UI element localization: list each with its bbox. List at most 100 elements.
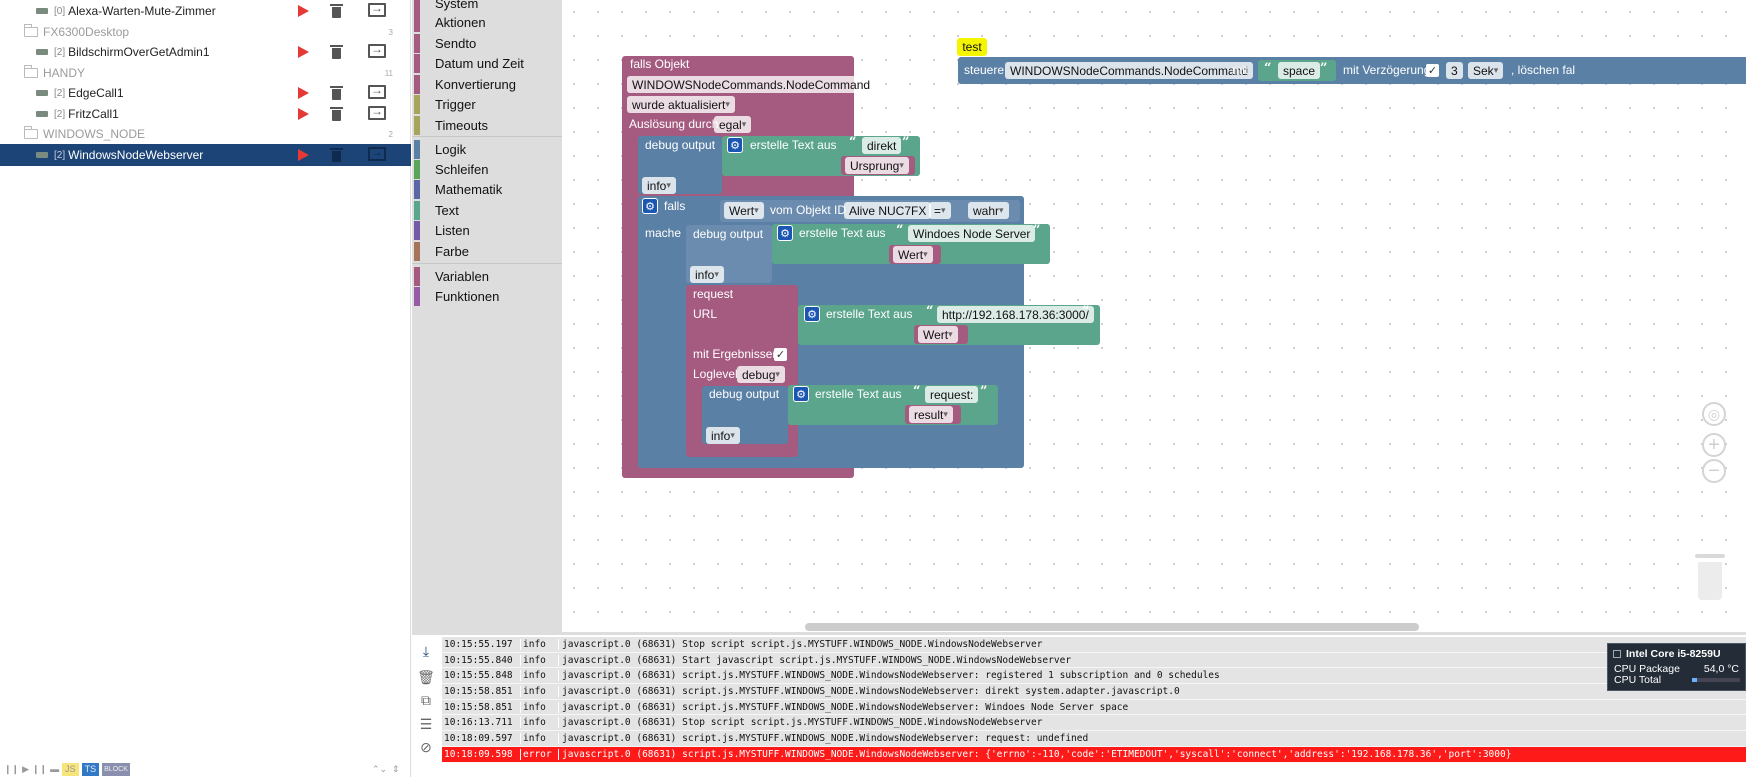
category-label: Mathematik (435, 182, 503, 197)
toolbox-category-farbe[interactable]: Farbe (414, 242, 560, 261)
trash-icon[interactable] (1695, 554, 1725, 602)
toolbox-category-system[interactable]: System (414, 0, 560, 13)
folder-name: WINDOWS_NODE (43, 127, 145, 141)
log-timestamp: 10:16:13.711 (444, 717, 513, 729)
tree-script-item[interactable]: [0] Alexa-Warten-Mute-Zimmer (0, 0, 411, 22)
delay-unit-dropdown[interactable]: Sek (1468, 62, 1504, 79)
toolbox-category-variablen[interactable]: Variablen (414, 267, 560, 286)
tree-script-item[interactable]: [2] EdgeCall1 (0, 82, 411, 104)
play-icon[interactable]: ▶ (22, 763, 29, 776)
debug-level-dropdown-1[interactable]: info (642, 177, 676, 194)
tree-script-item[interactable]: [2] BildschirmOverGetAdmin1 (0, 41, 411, 63)
run-icon[interactable] (298, 87, 309, 99)
test-comment[interactable]: test (957, 38, 987, 56)
run-icon[interactable] (298, 149, 309, 161)
log-severity: error (520, 748, 558, 760)
gear-icon[interactable]: ⚙ (727, 137, 743, 153)
tree-script-item[interactable]: [2] FritzCall1 (0, 103, 411, 125)
control-object-field[interactable]: WINDOWSNodeCommands.NodeCommand (1005, 62, 1254, 79)
export-icon[interactable] (368, 1, 386, 17)
toolbox-category-listen[interactable]: Listen (414, 221, 560, 240)
object-id-field[interactable]: Alive NUC7FX (844, 202, 932, 219)
debug-level-dropdown-2[interactable]: info (690, 266, 724, 283)
debug-level-dropdown-3[interactable]: info (706, 427, 740, 444)
toolbox-category-aktionen[interactable]: Aktionen (414, 13, 560, 32)
tree-folder[interactable]: HANDY 11 (0, 62, 411, 84)
tree-folder[interactable]: FX6300Desktop 3 (0, 21, 411, 43)
text-field-direkt[interactable]: direkt (862, 137, 902, 154)
js-filter-button[interactable]: JS (62, 762, 79, 776)
toolbox-category-schleifen[interactable]: Schleifen (414, 160, 560, 179)
space-text-field[interactable]: space (1278, 62, 1321, 79)
delete-icon[interactable] (329, 85, 345, 101)
wert-dropdown-2[interactable]: Wert (918, 326, 958, 343)
gear-icon[interactable]: ⚙ (793, 386, 809, 402)
loglevel-dropdown[interactable]: debug (737, 366, 785, 383)
blockly-workspace[interactable]: falls Objekt WINDOWSNodeCommands.NodeCom… (562, 0, 1746, 632)
toolbox-category-mathematik[interactable]: Mathematik (414, 180, 560, 199)
trigger-event-dropdown[interactable]: wurde aktualisiert (627, 96, 735, 113)
toolbox-category-konvertierung[interactable]: Konvertierung (414, 75, 560, 94)
toolbox-category-sendto[interactable]: Sendto (414, 34, 560, 53)
horizontal-scrollbar[interactable] (805, 623, 1419, 631)
trigger-object-field[interactable]: WINDOWSNodeCommands.NodeCommand (627, 76, 876, 93)
ursprung-dropdown[interactable]: Ursprung (845, 157, 909, 174)
zoom-out-icon[interactable]: − (1702, 459, 1726, 483)
delete-icon[interactable] (329, 147, 345, 163)
export-icon[interactable] (368, 83, 386, 99)
zoom-in-icon[interactable]: + (1702, 433, 1726, 457)
recenter-icon[interactable]: ◎ (1702, 402, 1726, 426)
toolbox-category-datum-und-zeit[interactable]: Datum und Zeit (414, 54, 560, 73)
wert-dropdown[interactable]: Wert (724, 202, 764, 219)
copy-icon[interactable]: ⧉ (416, 690, 436, 710)
tree-script-item[interactable]: [2] WindowsNodeWebserver (0, 144, 411, 166)
script-tree: [0]Alexa-Warten-Mute-ZimmerFX6300Desktop… (0, 0, 411, 777)
delete-icon[interactable] (329, 3, 345, 19)
toolbox-category-text[interactable]: Text (414, 201, 560, 220)
log-row: 10:16:13.711 info javascript.0 (68631) Sto… (442, 715, 1746, 732)
run-icon[interactable] (298, 46, 309, 58)
category-color-bar (414, 75, 420, 94)
log-timestamp: 10:15:55.197 (444, 638, 513, 650)
control-label: steuere (964, 63, 1005, 77)
text-field-server[interactable]: Windoes Node Server (908, 225, 1036, 242)
pause-icon[interactable]: ❙❙ (4, 763, 19, 776)
url-text-field[interactable]: http://192.168.178.36:3000/ (937, 306, 1094, 323)
pause-icon[interactable]: ❙❙ (32, 763, 47, 776)
toolbox-category-trigger[interactable]: Trigger (414, 95, 560, 114)
wert-dropdown-1[interactable]: Wert (893, 246, 933, 263)
toolbox-category-timeouts[interactable]: Timeouts (414, 116, 560, 135)
gear-icon[interactable]: ⚙ (777, 225, 793, 241)
thumb-icon[interactable]: ▬ (50, 763, 59, 776)
delay-value-field[interactable]: 3 (1446, 62, 1463, 79)
tree-folder[interactable]: WINDOWS_NODE 2 (0, 123, 411, 145)
ts-filter-button[interactable]: TS (81, 762, 100, 776)
blockly-filter-button[interactable]: BLOCK (102, 762, 130, 776)
toggle-view-icon[interactable]: ☰ (416, 714, 436, 734)
gear-icon[interactable]: ⚙ (804, 306, 820, 322)
log-row: 10:15:55.840 info javascript.0 (68631) Sta… (442, 652, 1746, 669)
delete-log-icon[interactable]: 🗑 (416, 667, 436, 687)
scroll-down-icon[interactable]: ⤓ (416, 641, 436, 661)
toolbox-category-logik[interactable]: Logik (414, 140, 560, 159)
folder-name: HANDY (43, 66, 86, 80)
trigger-by-dropdown[interactable]: egal (714, 116, 752, 133)
hide-icon[interactable]: ⊘ (416, 737, 436, 757)
text-field-request[interactable]: request: (925, 386, 979, 403)
gear-icon[interactable]: ⚙ (642, 198, 658, 214)
operator-dropdown[interactable]: = (929, 202, 951, 219)
result-dropdown[interactable]: result (909, 406, 953, 423)
toolbox-category-funktionen[interactable]: Funktionen (414, 287, 560, 306)
with-results-checkbox[interactable]: ✓ (774, 348, 787, 361)
boolean-dropdown[interactable]: wahr (968, 202, 1009, 219)
collapse-icon[interactable]: ⌃⌄ (372, 763, 387, 776)
delay-checkbox[interactable]: ✓ (1426, 64, 1439, 77)
delete-icon[interactable] (329, 44, 345, 60)
export-icon[interactable] (368, 42, 386, 58)
export-icon[interactable] (368, 104, 386, 120)
export-icon[interactable] (368, 145, 386, 161)
run-icon[interactable] (298, 108, 309, 120)
run-icon[interactable] (298, 5, 309, 17)
sort-icon[interactable]: ⇕ (392, 763, 400, 776)
delete-icon[interactable] (329, 106, 345, 122)
